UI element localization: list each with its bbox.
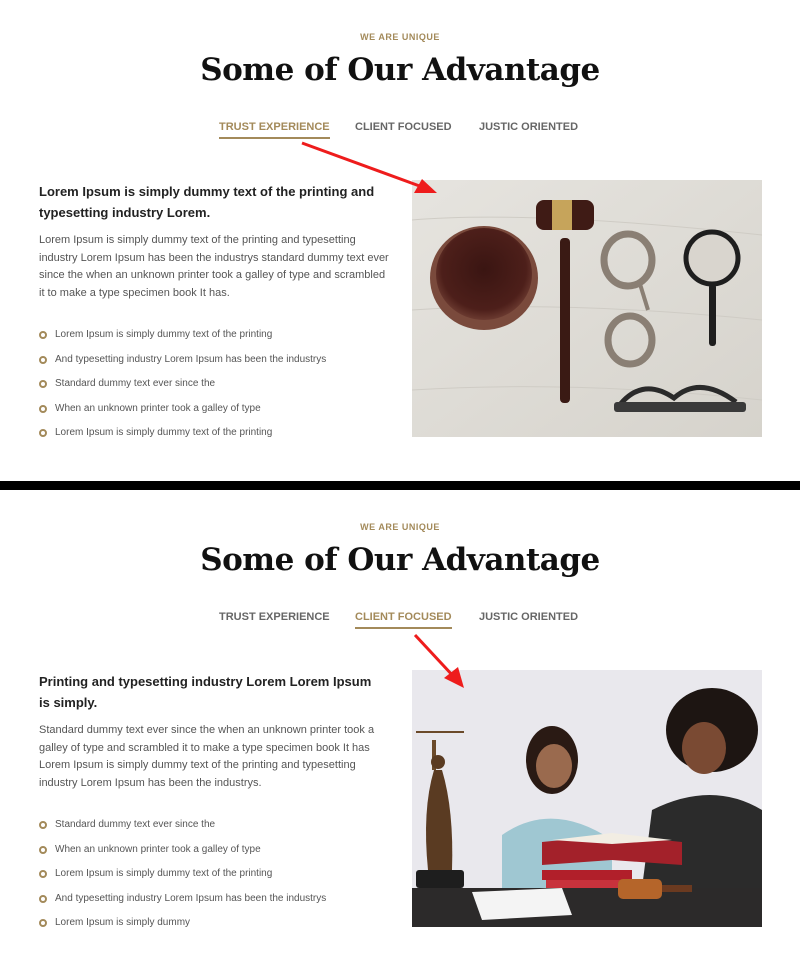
feature-list: Standard dummy text ever since the When …: [39, 817, 326, 940]
feature-item: And typesetting industry Lorem Ipsum has…: [39, 352, 326, 377]
feature-item: Lorem Ipsum is simply dummy: [39, 915, 326, 940]
feature-text: Lorem Ipsum is simply dummy: [55, 917, 191, 928]
feature-item: And typesetting industry Lorem Ipsum has…: [39, 891, 326, 916]
section-title: Some of Our Advantage: [200, 52, 600, 88]
tab-trust-experience[interactable]: TRUST EXPERIENCE: [219, 121, 330, 139]
feature-text: When an unknown printer took a galley of…: [55, 843, 261, 855]
tab-client-focused[interactable]: CLIENT FOCUSED: [355, 611, 452, 629]
advantages-section: WE ARE UNIQUE Some of Our Advantage TRUS…: [0, 0, 800, 480]
feature-list: Lorem Ipsum is simply dummy text of the …: [39, 327, 326, 450]
circle-bullet-icon: [39, 919, 47, 927]
feature-item: Lorem Ipsum is simply dummy text of the …: [39, 425, 326, 450]
feature-item: When an unknown printer took a galley of…: [39, 842, 326, 867]
circle-bullet-icon: [39, 331, 47, 339]
feature-text: When an unknown printer took a galley of…: [55, 402, 261, 414]
feature-text: Standard dummy text ever since the: [55, 378, 216, 389]
section-title: Some of Our Advantage: [200, 542, 600, 578]
feature-item: Lorem Ipsum is simply dummy text of the …: [39, 866, 326, 891]
feature-item: Standard dummy text ever since the: [39, 376, 326, 401]
section-eyebrow: WE ARE UNIQUE: [360, 32, 440, 42]
advantages-section: WE ARE UNIQUE Some of Our Advantage TRUS…: [0, 490, 800, 970]
tab-justic-oriented[interactable]: JUSTIC ORIENTED: [479, 611, 578, 627]
section-eyebrow: WE ARE UNIQUE: [360, 522, 440, 532]
tab-client-focused[interactable]: CLIENT FOCUSED: [355, 121, 452, 137]
feature-text: Lorem Ipsum is simply dummy text of the …: [55, 427, 273, 438]
tab-content-text: Standard dummy text ever since the when …: [39, 724, 375, 789]
circle-bullet-icon: [39, 821, 47, 829]
feature-item: Standard dummy text ever since the: [39, 817, 326, 842]
circle-bullet-icon: [39, 404, 47, 413]
tab-content-title: Lorem Ipsum is simply dummy text of the …: [39, 184, 375, 220]
circle-bullet-icon: [39, 845, 47, 854]
lawyers-reading-photo: [412, 670, 762, 927]
circle-bullet-icon: [39, 894, 47, 903]
circle-bullet-icon: [39, 870, 47, 878]
feature-text: Standard dummy text ever since the: [55, 819, 216, 830]
circle-bullet-icon: [39, 429, 47, 437]
tab-content-title: Printing and typesetting industry Lorem …: [39, 674, 372, 710]
circle-bullet-icon: [39, 355, 47, 364]
tab-justic-oriented[interactable]: JUSTIC ORIENTED: [479, 121, 578, 137]
feature-text: And typesetting industry Lorem Ipsum has…: [55, 892, 327, 904]
feature-text: Lorem Ipsum is simply dummy text of the …: [55, 868, 273, 879]
tab-content-text: Lorem Ipsum is simply dummy text of the …: [39, 234, 389, 299]
feature-item: Lorem Ipsum is simply dummy text of the …: [39, 327, 326, 352]
gavel-handcuffs-photo: [412, 180, 762, 437]
screenshot-divider: [0, 481, 800, 490]
feature-text: Lorem Ipsum is simply dummy text of the …: [55, 329, 273, 340]
feature-item: When an unknown printer took a galley of…: [39, 401, 326, 426]
tab-trust-experience[interactable]: TRUST EXPERIENCE: [219, 611, 330, 627]
circle-bullet-icon: [39, 380, 47, 388]
feature-text: And typesetting industry Lorem Ipsum has…: [55, 353, 327, 365]
